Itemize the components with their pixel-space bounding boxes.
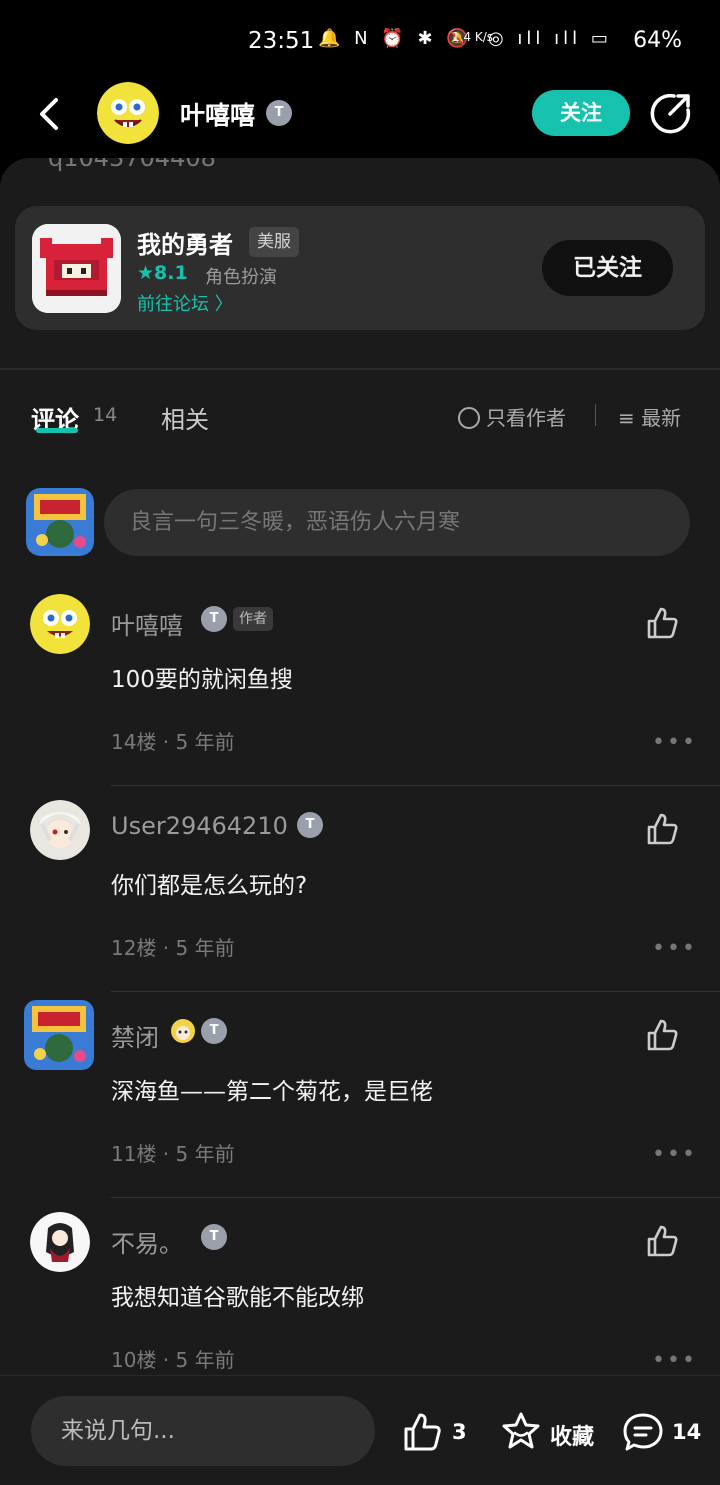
followed-button[interactable]: 已关注 (542, 240, 673, 296)
comment-count: 14 (672, 1420, 702, 1444)
share-icon[interactable] (650, 92, 692, 134)
post-content: q1043704408 我的勇者 美服 ★8.1 角色扮演 前往论坛 〉 已关注… (0, 158, 720, 1375)
medal-icon (171, 1019, 195, 1043)
like-icon[interactable] (645, 1018, 679, 1052)
status-bar: 23:51 🔔 N ⏰ ✱ 🔕 1.4 K/s ◎ ıll ıll ▭ 64% (0, 0, 720, 80)
comment-badges: T 作者 (201, 606, 273, 632)
game-name: 我的勇者 (137, 231, 233, 259)
level-badge: T (266, 100, 292, 126)
avatar[interactable] (30, 800, 90, 860)
more-icon[interactable]: ••• (652, 1142, 697, 1167)
tab-active-indicator (36, 428, 78, 433)
comment-username[interactable]: 不易。 (111, 1224, 183, 1259)
comment-item: 禁闭 T 深海鱼——第二个菊花，是巨佬 11楼 · 5 年前 ••• (0, 1000, 720, 1206)
section-divider (0, 368, 720, 370)
more-icon[interactable]: ••• (652, 730, 697, 755)
comment-input[interactable] (104, 489, 690, 556)
avatar[interactable] (30, 1212, 90, 1272)
comment-username[interactable]: User29464210 (111, 812, 288, 840)
comment-badges: T (297, 812, 323, 838)
comments-count: 14 (93, 404, 118, 426)
comment-item: 叶嘻嘻 T 作者 100要的就闲鱼搜 14楼 · 5 年前 ••• (0, 588, 720, 794)
my-avatar (26, 488, 94, 556)
level-badge: T (201, 606, 227, 632)
author-tag: 作者 (233, 607, 273, 631)
reply-input[interactable]: 来说几句... (31, 1396, 375, 1466)
back-icon[interactable] (30, 94, 70, 134)
comment-badges: T (170, 1018, 228, 1044)
comment-username[interactable]: 禁闭 (111, 1018, 159, 1053)
author-name[interactable]: 叶嘻嘻 (180, 96, 255, 132)
chevron-right-icon: 〉 (214, 294, 233, 315)
game-region-tag: 美服 (249, 227, 299, 257)
divider (595, 404, 596, 426)
avatar[interactable] (30, 594, 90, 654)
status-time: 23:51 (248, 28, 315, 54)
game-score: ★8.1 (137, 262, 188, 284)
level-badge: T (297, 812, 323, 838)
comment-badges: T (201, 1224, 227, 1250)
bottom-bar: 来说几句... 3 收藏 14 (0, 1375, 720, 1485)
signal-icons: ◎ ıll ıll ▭ (488, 28, 612, 49)
radio-icon (458, 407, 480, 429)
comment-tabs: 评论 14 相关 只看作者 ≡ 最新 (0, 388, 720, 448)
like-icon[interactable] (645, 1224, 679, 1258)
like-count: 3 (452, 1420, 467, 1444)
comment-text: 你们都是怎么玩的? (111, 873, 308, 899)
like-icon[interactable] (645, 812, 679, 846)
more-icon[interactable]: ••• (652, 1348, 697, 1373)
level-badge: T (201, 1018, 228, 1044)
comment-divider (111, 785, 720, 786)
battery-percent: 64% (633, 28, 682, 53)
comment-username[interactable]: 叶嘻嘻 (111, 606, 183, 641)
comment-meta: 10楼 · 5 年前 (111, 1348, 235, 1372)
comment-meta: 12楼 · 5 年前 (111, 936, 235, 960)
tab-related[interactable]: 相关 (161, 400, 209, 435)
comment-meta: 14楼 · 5 年前 (111, 730, 235, 754)
avatar[interactable] (24, 1000, 94, 1070)
sort-icon: ≡ (618, 406, 635, 430)
forum-link[interactable]: 前往论坛 〉 (137, 290, 233, 316)
comment-text: 100要的就闲鱼搜 (111, 667, 293, 693)
post-text-partial: q1043704408 (48, 158, 216, 172)
comment-item: 不易。 T 我想知道谷歌能不能改绑 10楼 · 5 年前 ••• (0, 1206, 720, 1375)
game-genre: 角色扮演 (205, 267, 277, 288)
comment-item: User29464210 T 你们都是怎么玩的? 12楼 · 5 年前 ••• (0, 794, 720, 1000)
sort-button[interactable]: ≡ 最新 (618, 402, 681, 431)
follow-button[interactable]: 关注 (532, 90, 630, 136)
level-badge: T (201, 1224, 227, 1250)
comment-text: 我想知道谷歌能不能改绑 (111, 1285, 364, 1311)
game-icon (32, 224, 121, 313)
favorite-icon[interactable] (500, 1410, 542, 1452)
comment-icon[interactable] (622, 1412, 664, 1452)
comment-meta: 11楼 · 5 年前 (111, 1142, 235, 1166)
game-card[interactable]: 我的勇者 美服 ★8.1 角色扮演 前往论坛 〉 已关注 (15, 206, 705, 330)
favorite-label[interactable]: 收藏 (550, 1419, 594, 1451)
comment-divider (111, 991, 720, 992)
only-author-toggle[interactable]: 只看作者 (458, 402, 566, 431)
like-icon[interactable] (402, 1412, 442, 1452)
more-icon[interactable]: ••• (652, 936, 697, 961)
author-avatar[interactable] (97, 82, 159, 144)
top-header: 叶嘻嘻 T 关注 (0, 80, 720, 160)
star-icon: ★ (137, 262, 155, 284)
comment-text: 深海鱼——第二个菊花，是巨佬 (111, 1079, 433, 1105)
net-speed: 1.4 K/s (452, 30, 494, 44)
like-icon[interactable] (645, 606, 679, 640)
status-icons: 🔔 N ⏰ ✱ 🔕 (318, 28, 473, 49)
comment-divider (111, 1197, 720, 1198)
